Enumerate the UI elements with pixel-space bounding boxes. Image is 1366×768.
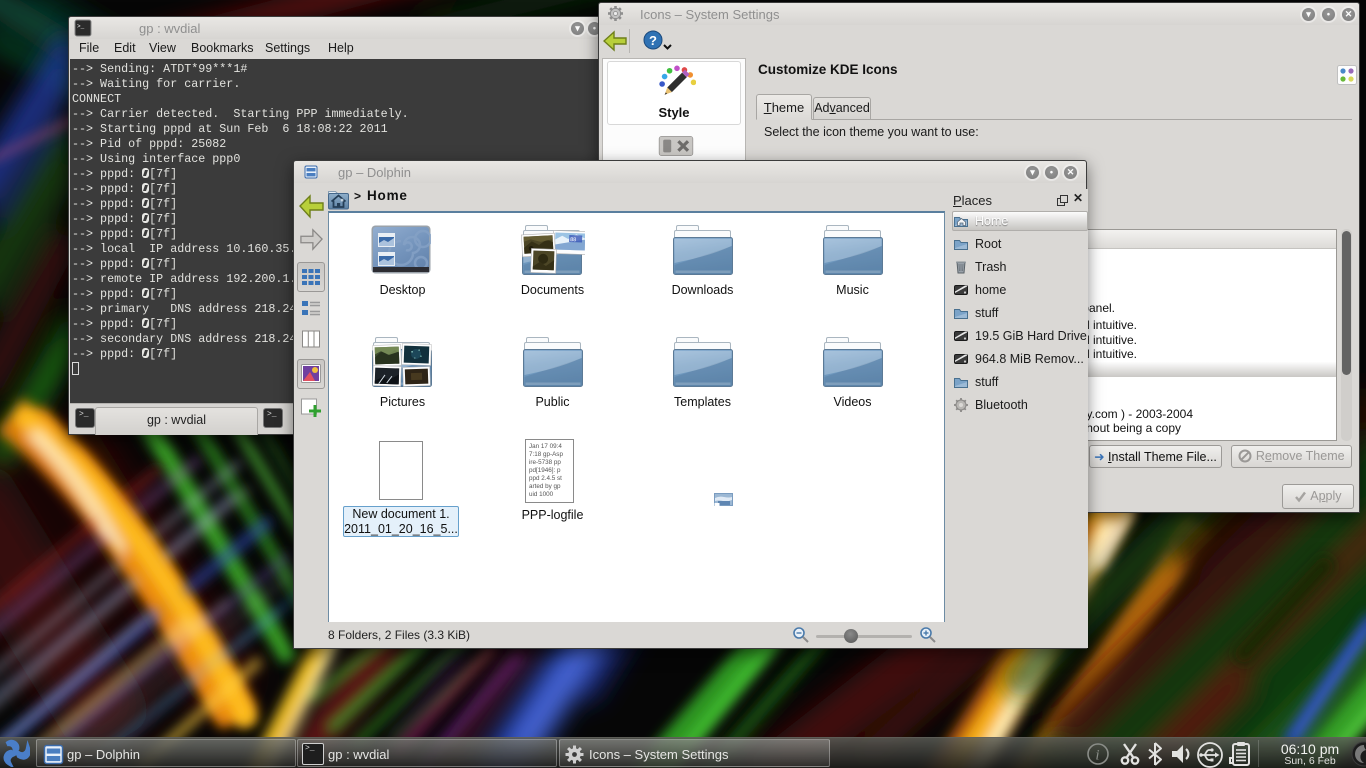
svg-text:?: ? (649, 33, 657, 48)
svg-text:i: i (1095, 748, 1099, 764)
svg-text:>_: >_ (77, 23, 85, 30)
svg-text:88: 88 (570, 237, 576, 243)
